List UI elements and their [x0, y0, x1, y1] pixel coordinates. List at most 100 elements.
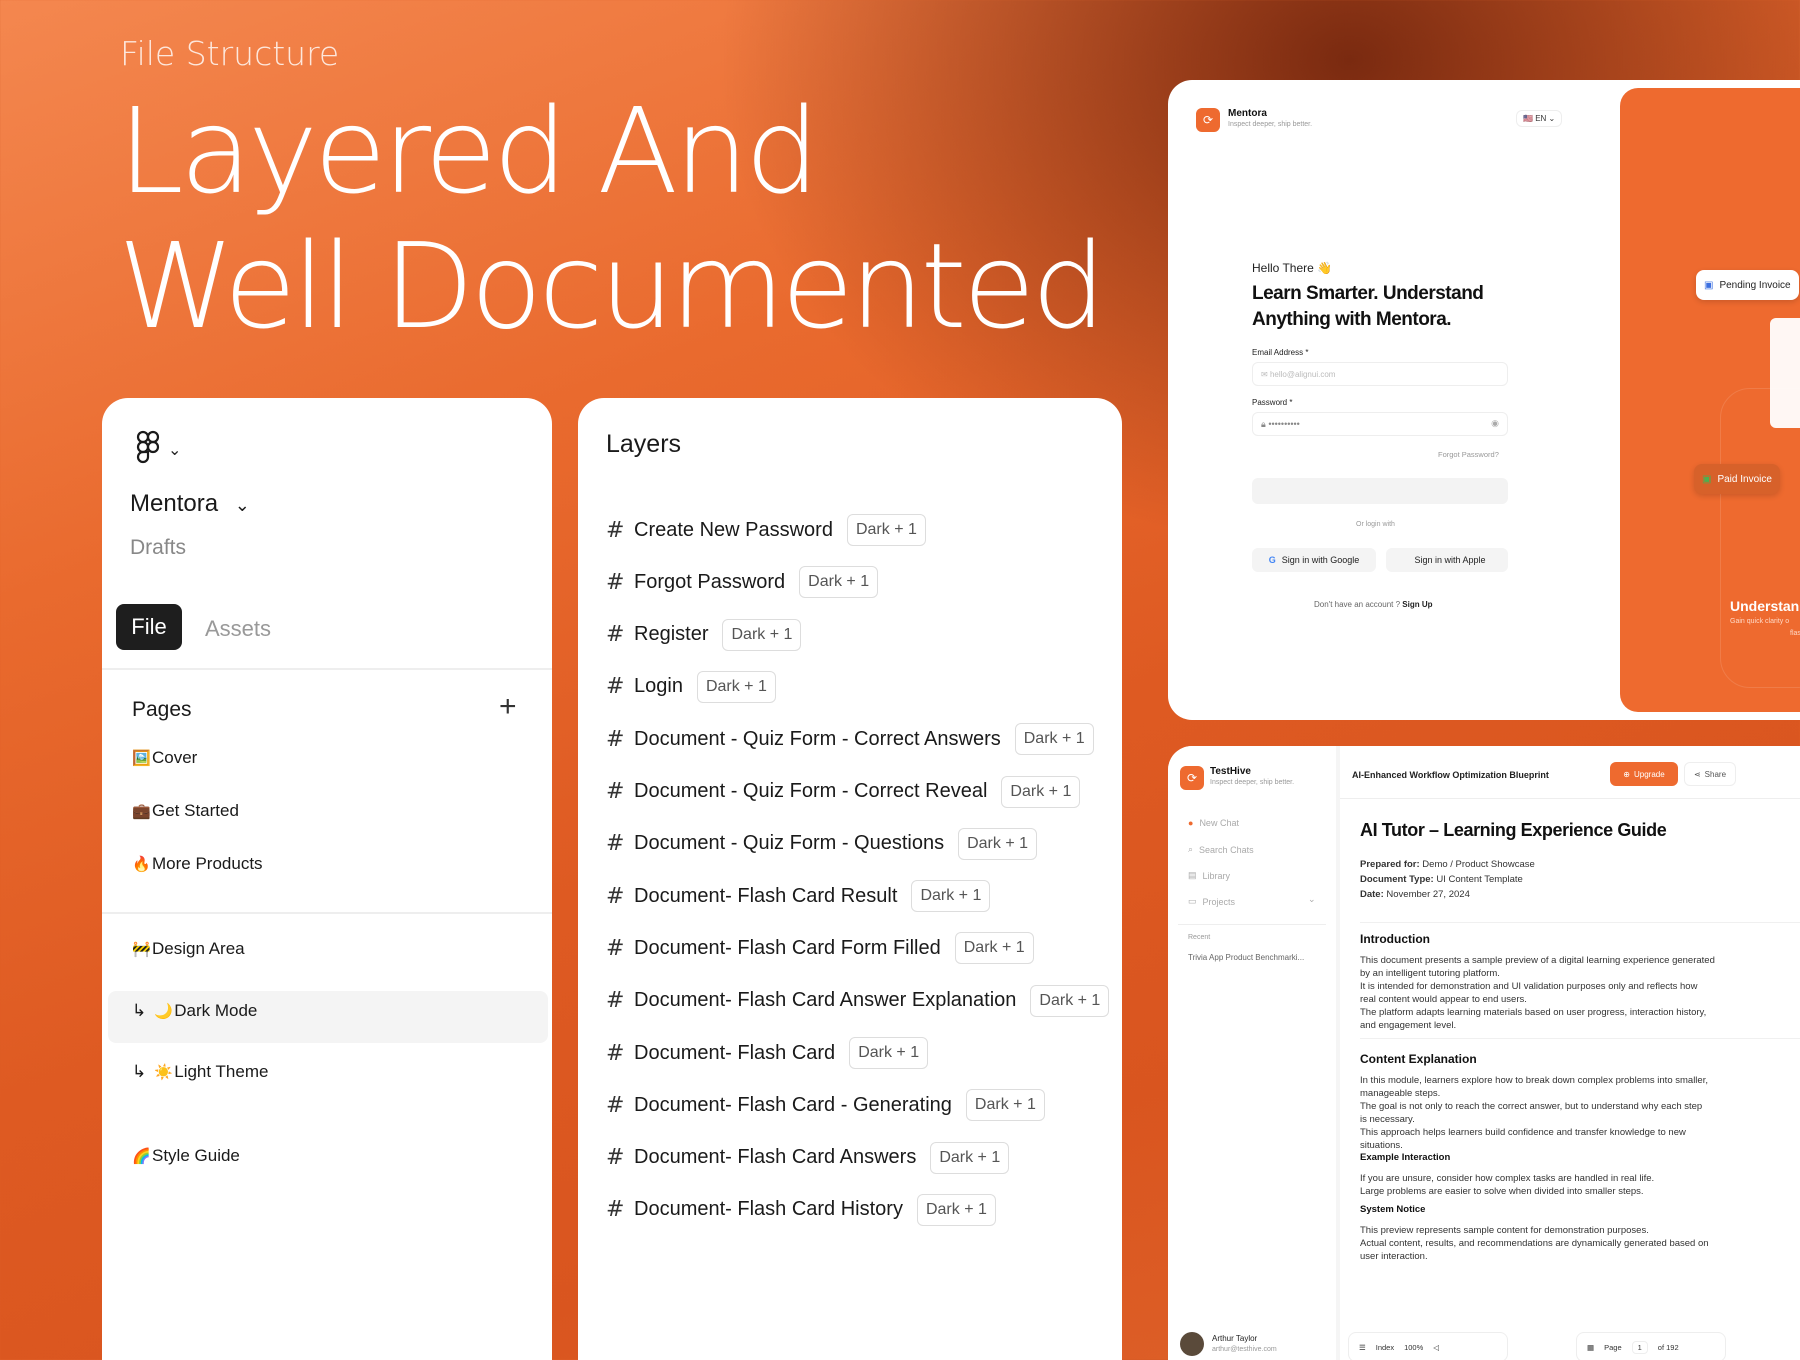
apple-signin-button[interactable]: Sign in with Apple: [1386, 548, 1508, 572]
forgot-password-link[interactable]: Forgot Password?: [1438, 450, 1499, 459]
brand-tagline: Inspect deeper, ship better.: [1228, 121, 1313, 128]
grid-icon[interactable]: ▦: [1587, 1343, 1594, 1352]
zoom-value[interactable]: 100%: [1404, 1343, 1423, 1352]
construction-icon: 🚧: [132, 941, 151, 958]
frame-icon: #: [606, 988, 625, 1014]
page-item-more-products[interactable]: 🔥More Products: [132, 854, 263, 874]
index-icon[interactable]: ☰: [1359, 1343, 1366, 1352]
body-line: and engagement level.: [1360, 1020, 1457, 1031]
sidebar-item-projects[interactable]: ▭ Projects: [1188, 896, 1235, 907]
mode-badge[interactable]: Dark + 1: [722, 618, 802, 651]
pending-invoice-chip: ▣ Pending Invoice: [1696, 270, 1799, 300]
chevron-down-icon[interactable]: ⌄: [168, 440, 181, 460]
mode-badge[interactable]: Dark + 1: [930, 1141, 1010, 1174]
share-label: Share: [1704, 769, 1727, 779]
signup-link[interactable]: Sign Up: [1402, 600, 1432, 609]
mode-badge[interactable]: Dark + 1: [1001, 775, 1081, 808]
password-field[interactable]: 🔒︎ •••••••••• ◉: [1252, 412, 1508, 436]
mode-badge[interactable]: Dark + 1: [849, 1037, 929, 1069]
google-signin-button[interactable]: G Sign in with Google: [1252, 548, 1376, 572]
recent-item[interactable]: Trivia App Product Benchmarki...: [1188, 953, 1304, 962]
avatar[interactable]: [1180, 1332, 1204, 1356]
mode-badge[interactable]: Dark + 1: [954, 932, 1034, 965]
sidebar-item-new-chat[interactable]: ● New Chat: [1188, 818, 1239, 828]
share-button[interactable]: ⋖ Share: [1684, 762, 1736, 786]
language-select[interactable]: 🇺🇸 EN ⌄: [1516, 110, 1563, 127]
layer-row[interactable]: # Forgot Password Dark + 1: [606, 564, 879, 600]
mode-badge[interactable]: Dark + 1: [1030, 984, 1110, 1017]
layer-row[interactable]: # Document- Flash Card Answers Dark + 1: [606, 1140, 1010, 1176]
promo-heading: Understan: [1730, 598, 1800, 614]
sub-arrow-icon: ↳: [132, 1062, 147, 1081]
mode-badge[interactable]: Dark + 1: [799, 566, 879, 599]
layer-name: Document- Flash Card Answer Explanation: [634, 989, 1017, 1012]
layer-row[interactable]: # Register Dark + 1: [606, 617, 802, 653]
body-line: real content would appear to end users.: [1360, 994, 1527, 1005]
app-logo-icon: ⟳: [1196, 108, 1220, 132]
mode-badge[interactable]: Dark + 1: [1014, 723, 1094, 756]
tab-assets[interactable]: Assets: [205, 616, 271, 642]
figma-logo-icon[interactable]: [136, 430, 160, 464]
layer-row[interactable]: # Login Dark + 1: [606, 669, 776, 705]
layer-row[interactable]: # Document- Flash Card Answer Explanation…: [606, 983, 1110, 1019]
headline-line-2: Well Documented: [118, 217, 1106, 355]
mode-badge[interactable]: Dark + 1: [846, 514, 926, 546]
sub-arrow-icon: ↳: [132, 1001, 147, 1020]
signup-prompt: Don't have an account ? Sign Up: [1314, 600, 1432, 609]
body-line: situations.: [1360, 1140, 1403, 1151]
login-button[interactable]: [1252, 478, 1508, 504]
chevron-down-icon[interactable]: ⌄: [1308, 894, 1316, 905]
sidebar-item-search[interactable]: ⌕ Search Chats: [1188, 844, 1254, 855]
page-item-design-area[interactable]: 🚧Design Area: [132, 939, 245, 959]
paid-invoice-chip: ▣ Paid Invoice: [1694, 464, 1780, 494]
body-line: by an intelligent tutoring platform.: [1360, 968, 1500, 979]
layer-row[interactable]: # Document- Flash Card History Dark + 1: [606, 1192, 996, 1228]
example-body: If you are unsure, consider how complex …: [1360, 1172, 1654, 1198]
layer-row[interactable]: # Document - Quiz Form - Questions Dark + …: [606, 826, 1038, 862]
speaker-icon[interactable]: ◁: [1433, 1343, 1439, 1352]
page-item-light-theme[interactable]: ↳ ☀️Light Theme: [132, 1062, 268, 1082]
password-label: Password *: [1252, 398, 1293, 407]
divider: [1360, 1038, 1800, 1039]
page-input[interactable]: 1: [1631, 1340, 1648, 1354]
layer-row[interactable]: # Document - Quiz Form - Correct Reveal Da…: [606, 774, 1081, 810]
mode-badge[interactable]: Dark + 1: [958, 827, 1038, 860]
hero-headline: Layered And Well Documented: [118, 84, 1106, 355]
tab-file[interactable]: File: [116, 604, 182, 650]
page-item-dark-mode[interactable]: ↳ 🌙Dark Mode: [132, 1001, 257, 1021]
layer-row[interactable]: # Create New Password Dark + 1: [606, 512, 926, 548]
content-body: In this module, learners explore how to …: [1360, 1074, 1708, 1152]
index-label[interactable]: Index: [1376, 1343, 1394, 1352]
page-item-cover[interactable]: 🖼️Cover: [132, 748, 197, 768]
date-value: November 27, 2024: [1386, 889, 1470, 900]
promo-panel: Understan Gain quick clarity o flashc: [1620, 88, 1800, 712]
fire-icon: 🔥: [132, 856, 151, 873]
upgrade-button[interactable]: ⊕ Upgrade: [1610, 762, 1678, 786]
project-switcher[interactable]: Mentora ⌄: [130, 490, 250, 518]
layer-name: Document- Flash Card Form Filled: [634, 936, 941, 959]
type-label: Document Type:: [1360, 874, 1434, 885]
mode-badge[interactable]: Dark + 1: [965, 1089, 1045, 1122]
frame-icon: #: [606, 569, 625, 595]
email-field[interactable]: ✉ hello@alignui.com: [1252, 362, 1508, 386]
layer-row[interactable]: # Document- Flash Card Result Dark + 1: [606, 878, 991, 914]
page-item-get-started[interactable]: 💼Get Started: [132, 801, 239, 821]
body-line: If you are unsure, consider how complex …: [1360, 1173, 1655, 1184]
layer-row[interactable]: # Document- Flash Card Dark + 1: [606, 1035, 929, 1071]
lock-icon: 🔒︎: [1261, 419, 1266, 429]
brand-name: TestHive: [1210, 766, 1251, 777]
divider: [102, 668, 552, 670]
sidebar-item-library[interactable]: ▤ Library: [1188, 870, 1230, 881]
page-label: Light Theme: [174, 1062, 269, 1081]
mode-badge[interactable]: Dark + 1: [696, 670, 776, 703]
layer-row[interactable]: # Document- Flash Card Form Filled Dark + …: [606, 930, 1034, 966]
eye-icon[interactable]: ◉: [1491, 418, 1499, 429]
layer-row[interactable]: # Document- Flash Card - Generating Dark +…: [606, 1087, 1045, 1123]
heading-line-2: Anything with Mentora.: [1252, 309, 1452, 330]
page-item-style-guide[interactable]: 🌈Style Guide: [132, 1146, 240, 1166]
upgrade-label: Upgrade: [1634, 769, 1665, 779]
mode-badge[interactable]: Dark + 1: [916, 1193, 996, 1226]
mode-badge[interactable]: Dark + 1: [911, 880, 991, 913]
layer-row[interactable]: # Document - Quiz Form - Correct Answers D…: [606, 721, 1094, 757]
add-page-icon[interactable]: +: [499, 690, 517, 724]
